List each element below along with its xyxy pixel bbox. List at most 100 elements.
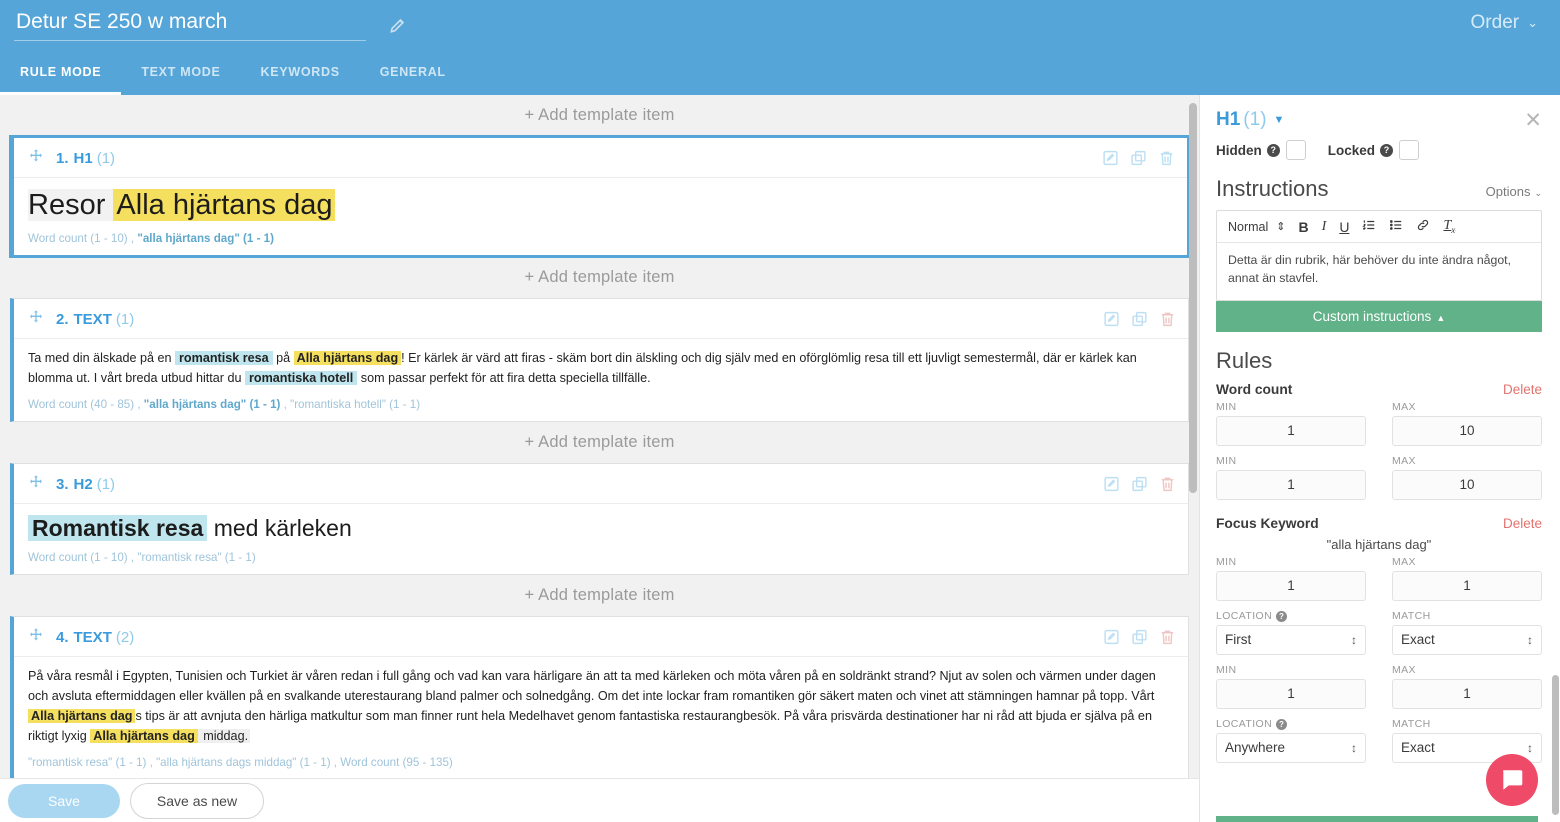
- instructions-text[interactable]: Detta är din rubrik, här behöver du inte…: [1217, 243, 1541, 300]
- template-item-card-3[interactable]: 3. H2 (1) Romantisk resa med kärleken Wo…: [10, 463, 1189, 576]
- focus-kw-min-input-2[interactable]: [1216, 678, 1366, 709]
- bullet-list-icon[interactable]: [1389, 218, 1403, 235]
- save-button[interactable]: Save: [8, 783, 120, 818]
- min-field: MIN: [1216, 556, 1366, 601]
- card-content-h1[interactable]: Resor Alla hjärtans dag: [14, 178, 1187, 225]
- drag-handle-icon[interactable]: [28, 309, 44, 329]
- duplicate-icon[interactable]: [1131, 628, 1148, 645]
- card-count-label: (1): [115, 310, 135, 328]
- rule-focus-keyword: Focus Keyword Delete "alla hjärtans dag"…: [1216, 516, 1542, 763]
- options-dropdown[interactable]: Options ⌄: [1486, 184, 1542, 199]
- main-scrollbar[interactable]: [1189, 103, 1197, 493]
- template-item-card-1[interactable]: 1. H1 (1) Resor Alla hjärtans dag Word c…: [10, 136, 1189, 258]
- locked-checkbox[interactable]: [1399, 140, 1420, 160]
- order-menu-button[interactable]: Order ⌄: [1471, 12, 1538, 34]
- focus-kw-match-select-1[interactable]: Exact: [1392, 624, 1542, 655]
- document-title-input[interactable]: [14, 8, 366, 41]
- word-count-max-input-2[interactable]: [1392, 469, 1542, 500]
- card-content-h2[interactable]: Romantisk resa med kärleken: [14, 504, 1188, 544]
- link-icon[interactable]: [1416, 218, 1430, 235]
- duplicate-icon[interactable]: [1131, 310, 1148, 327]
- drag-handle-icon[interactable]: [28, 148, 44, 168]
- custom-instructions-button[interactable]: Custom instructions ▲: [1216, 300, 1542, 332]
- focus-kw-max-input-1[interactable]: [1392, 570, 1542, 601]
- drag-handle-icon[interactable]: [28, 627, 44, 647]
- italic-icon[interactable]: I: [1322, 219, 1327, 235]
- trash-icon[interactable]: [1158, 149, 1175, 166]
- duplicate-icon[interactable]: [1131, 475, 1148, 492]
- location-select-wrap: First: [1216, 624, 1366, 655]
- tab-text-mode[interactable]: TEXT MODE: [121, 52, 240, 95]
- panel-count-label: (1): [1243, 109, 1267, 130]
- focus-kw-location-select-1[interactable]: First: [1216, 624, 1366, 655]
- help-icon[interactable]: ?: [1380, 143, 1394, 157]
- clear-format-icon[interactable]: Tx: [1443, 218, 1455, 235]
- close-icon[interactable]: ✕: [1524, 110, 1542, 131]
- focus-kw-min-input-1[interactable]: [1216, 570, 1366, 601]
- card-type-label: H1: [73, 149, 93, 167]
- sidebar-scrollbar[interactable]: [1552, 675, 1559, 815]
- format-stepper-icon[interactable]: ⇕: [1276, 220, 1285, 233]
- chevron-down-icon[interactable]: ▼: [1274, 114, 1285, 126]
- locked-label: Locked: [1327, 142, 1376, 158]
- trash-icon[interactable]: [1159, 475, 1176, 492]
- hidden-label: Hidden: [1216, 142, 1262, 158]
- delete-rule-link[interactable]: Delete: [1503, 382, 1542, 397]
- help-icon[interactable]: ?: [1266, 143, 1280, 157]
- add-template-item-button-3[interactable]: + Add template item: [0, 575, 1199, 616]
- format-select[interactable]: Normal: [1228, 220, 1268, 234]
- help-icon[interactable]: ?: [1276, 718, 1288, 730]
- delete-rule-link[interactable]: Delete: [1503, 516, 1542, 531]
- add-template-item-button-1[interactable]: + Add template item: [0, 257, 1199, 298]
- edit-icon[interactable]: [1103, 475, 1120, 492]
- card-header: 4. TEXT (2): [14, 617, 1188, 658]
- text-part-3: middag.: [197, 728, 251, 743]
- template-item-card-4[interactable]: 4. TEXT (2) På våra resmål i Egypten, Tu…: [10, 616, 1189, 780]
- edit-icon[interactable]: [1103, 310, 1120, 327]
- ordered-list-icon[interactable]: [1362, 218, 1376, 235]
- min-field: MIN: [1216, 401, 1366, 446]
- card-content-text[interactable]: Ta med din älskade på en romantisk resa …: [14, 339, 1188, 391]
- underline-icon[interactable]: U: [1339, 219, 1349, 235]
- pencil-icon[interactable]: [388, 15, 408, 35]
- tab-rule-mode[interactable]: RULE MODE: [0, 52, 122, 95]
- rules-summary-suffix: , "romantiska hotell" (1 - 1): [280, 398, 421, 412]
- template-item-card-2[interactable]: 2. TEXT (1) Ta med din älskade på en rom…: [10, 298, 1189, 423]
- focus-kw-max-input-2[interactable]: [1392, 678, 1542, 709]
- tab-general[interactable]: GENERAL: [360, 52, 466, 95]
- focus-kw-location-select-2[interactable]: Anywhere: [1216, 732, 1366, 763]
- edit-icon[interactable]: [1103, 628, 1120, 645]
- word-count-min-input-2[interactable]: [1216, 469, 1366, 500]
- trash-icon[interactable]: [1159, 310, 1176, 327]
- card-content-text[interactable]: På våra resmål i Egypten, Tunisien och T…: [14, 657, 1188, 749]
- save-as-new-button[interactable]: Save as new: [129, 782, 265, 819]
- intercom-chat-icon[interactable]: [1486, 754, 1538, 806]
- help-icon[interactable]: ?: [1276, 610, 1288, 622]
- app-header: Order ⌄ RULE MODE TEXT MODE KEYWORDS GEN…: [0, 0, 1560, 95]
- card-header: 3. H2 (1): [14, 464, 1188, 505]
- edit-icon[interactable]: [1102, 149, 1119, 166]
- drag-handle-icon[interactable]: [28, 474, 44, 494]
- add-template-item-button-2[interactable]: + Add template item: [0, 422, 1199, 463]
- editor-toolbar: Normal ⇕ B I U Tx: [1217, 211, 1541, 243]
- card-actions: [1103, 475, 1176, 492]
- keyword-highlight-blue-2: romantiska hotell: [245, 371, 358, 386]
- text-part-4: som passar perfekt för att fira detta sp…: [357, 371, 651, 386]
- location-label-text: LOCATION: [1216, 609, 1273, 622]
- add-rule-button[interactable]: [1216, 816, 1538, 822]
- hidden-checkbox[interactable]: [1285, 140, 1306, 160]
- min-field: MIN: [1216, 664, 1366, 709]
- word-count-min-input-1[interactable]: [1216, 415, 1366, 446]
- sidebar-inner: H1(1) ▼ ✕ Hidden ? Locked ? Instruction: [1200, 95, 1560, 763]
- rules-summary-prefix: "romantisk resa" (1 - 1) , "alla hjärtan…: [28, 755, 453, 769]
- tab-keywords[interactable]: KEYWORDS: [241, 52, 360, 95]
- trash-icon[interactable]: [1159, 628, 1176, 645]
- visibility-toggles: Hidden ? Locked ?: [1216, 140, 1542, 160]
- match-label: MATCH: [1392, 609, 1431, 622]
- duplicate-icon[interactable]: [1130, 149, 1147, 166]
- word-count-max-input-1[interactable]: [1392, 415, 1542, 446]
- focus-keyword-value: "alla hjärtans dag": [1326, 536, 1432, 552]
- add-template-item-button-0[interactable]: + Add template item: [0, 95, 1199, 136]
- locked-toggle: Locked ?: [1327, 140, 1420, 160]
- bold-icon[interactable]: B: [1299, 219, 1309, 235]
